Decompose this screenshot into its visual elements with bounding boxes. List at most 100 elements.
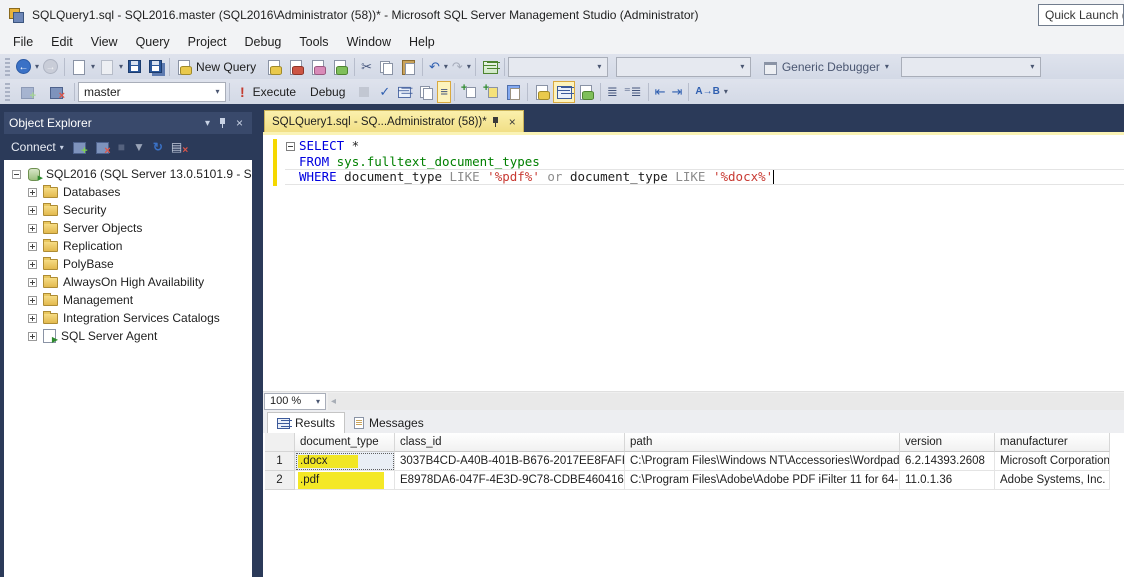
tab-results[interactable]: Results: [267, 412, 345, 433]
expand-icon[interactable]: [28, 224, 37, 233]
copy-button[interactable]: [375, 56, 397, 78]
new-query-button[interactable]: New Query: [173, 56, 263, 78]
cancel-query-button[interactable]: [352, 81, 376, 103]
results-to-text-button[interactable]: [531, 81, 553, 103]
outline-collapse-icon[interactable]: [285, 138, 299, 154]
menu-query[interactable]: Query: [127, 32, 179, 52]
increase-indent-button[interactable]: ⇥: [668, 81, 685, 103]
grid-cell-class_id[interactable]: 3037B4CD-A40B-401B-B676-2017EE8FAFF4: [395, 452, 625, 471]
include-actual-plan-button[interactable]: [480, 81, 502, 103]
column-header-document_type[interactable]: document_type: [295, 433, 395, 452]
tree-item-integration-services-catalogs[interactable]: Integration Services Catalogs: [4, 309, 252, 327]
parse-button[interactable]: ✓: [376, 81, 393, 103]
comment-button[interactable]: ≣: [604, 81, 621, 103]
generic-debugger-button[interactable]: Generic Debugger ▾: [759, 56, 893, 78]
object-explorer-header[interactable]: Object Explorer ▾ ×: [4, 112, 252, 134]
query-options-button[interactable]: [415, 81, 437, 103]
tree-item-management[interactable]: Management: [4, 291, 252, 309]
grid-corner-cell[interactable]: [265, 433, 295, 452]
database-engine-query-button[interactable]: [263, 56, 285, 78]
undo-button[interactable]: ↶: [426, 56, 443, 78]
window-position-icon[interactable]: ▾: [201, 118, 214, 129]
navigate-to-button[interactable]: A→B: [692, 81, 722, 103]
paste-button[interactable]: [397, 56, 419, 78]
menu-tools[interactable]: Tools: [290, 32, 337, 52]
column-header-path[interactable]: path: [625, 433, 900, 452]
tab-close-icon[interactable]: ×: [509, 115, 516, 129]
tree-item-polybase[interactable]: PolyBase: [4, 255, 252, 273]
toolbar-combo-2[interactable]: ▾: [616, 57, 751, 77]
include-client-statistics-button[interactable]: [458, 81, 480, 103]
display-estimated-plan-button[interactable]: [393, 81, 415, 103]
filter-icon[interactable]: ▼: [129, 140, 149, 154]
stop-icon[interactable]: ■: [114, 140, 129, 154]
results-to-file-button[interactable]: [575, 81, 597, 103]
sql-editor[interactable]: SELECT *FROM sys.fulltext_document_types…: [263, 135, 1124, 391]
query-document-tab[interactable]: SQLQuery1.sql - SQ...Administrator (58))…: [264, 110, 524, 132]
menu-edit[interactable]: Edit: [42, 32, 82, 52]
expand-icon[interactable]: [28, 206, 37, 215]
available-databases-combo[interactable]: master ▾: [78, 82, 226, 102]
expand-icon[interactable]: [28, 296, 37, 305]
grid-cell-version[interactable]: 6.2.14393.2608: [900, 452, 995, 471]
menu-debug[interactable]: Debug: [236, 32, 291, 52]
expand-icon[interactable]: [28, 278, 37, 287]
tab-messages[interactable]: Messages: [345, 412, 433, 433]
open-file-button[interactable]: [96, 56, 118, 78]
save-all-button[interactable]: [145, 56, 166, 78]
disconnect-server-icon[interactable]: [95, 140, 110, 154]
tree-item-sql2016-sql-server-13-0-5101-9[interactable]: SQL2016 (SQL Server 13.0.5101.9 - SQL2: [4, 165, 252, 183]
toolbar-combo-3[interactable]: ▾: [901, 57, 1041, 77]
grid-cell-document_type[interactable]: .pdf: [295, 471, 395, 490]
connect-server-icon[interactable]: [72, 140, 87, 154]
collapse-icon[interactable]: [12, 170, 21, 179]
change-connection-button[interactable]: [13, 81, 42, 103]
expand-icon[interactable]: [28, 188, 37, 197]
column-header-manufacturer[interactable]: manufacturer: [995, 433, 1110, 452]
pin-icon[interactable]: [218, 117, 228, 129]
tree-item-security[interactable]: Security: [4, 201, 252, 219]
refresh-icon[interactable]: ↻: [149, 140, 167, 154]
uncomment-button[interactable]: ⁼≣: [621, 81, 645, 103]
expand-icon[interactable]: [28, 242, 37, 251]
connect-button[interactable]: Connect: [8, 140, 59, 154]
menu-file[interactable]: File: [4, 32, 42, 52]
save-button[interactable]: [124, 56, 145, 78]
tree-item-replication[interactable]: Replication: [4, 237, 252, 255]
expand-icon[interactable]: [28, 332, 37, 341]
quick-launch-input[interactable]: Quick Launch (Ctrl+Q): [1038, 4, 1124, 26]
zoom-level-combo[interactable]: 100 % ▾: [264, 393, 326, 410]
results-to-grid-button[interactable]: [553, 81, 575, 103]
toolbar-grip[interactable]: [5, 83, 10, 101]
mdx-query-button[interactable]: [285, 56, 307, 78]
new-project-button[interactable]: [68, 56, 90, 78]
expand-icon[interactable]: [28, 260, 37, 269]
grid-cell-document_type[interactable]: .docx: [295, 452, 395, 471]
grid-cell-version[interactable]: 11.0.1.36: [900, 471, 995, 490]
navigate-backward-button[interactable]: ←: [13, 56, 34, 78]
debug-button[interactable]: Debug: [303, 81, 352, 103]
connect-dropdown-icon[interactable]: ▾: [59, 143, 68, 152]
disconnect-button[interactable]: [42, 81, 71, 103]
script-error-icon[interactable]: ▤: [167, 140, 186, 154]
code-line[interactable]: WHERE document_type LIKE '%pdf%' or docu…: [285, 169, 1124, 185]
code-line[interactable]: SELECT *: [285, 138, 1124, 154]
grid-cell-path[interactable]: C:\Program Files\Windows NT\Accessories\…: [625, 452, 900, 471]
activity-monitor-button[interactable]: [479, 56, 501, 78]
tree-item-sql-server-agent[interactable]: SQL Server Agent: [4, 327, 252, 345]
column-header-version[interactable]: version: [900, 433, 995, 452]
close-icon[interactable]: ×: [232, 116, 247, 130]
navigate-forward-button[interactable]: →: [40, 56, 61, 78]
row-number-cell[interactable]: 1: [265, 452, 295, 471]
redo-dropdown-icon[interactable]: ▾: [466, 62, 472, 71]
redo-button[interactable]: ↷: [449, 56, 466, 78]
row-number-cell[interactable]: 2: [265, 471, 295, 490]
tree-item-databases[interactable]: Databases: [4, 183, 252, 201]
toolbar-combo-1[interactable]: ▾: [508, 57, 608, 77]
menu-view[interactable]: View: [82, 32, 127, 52]
code-line[interactable]: FROM sys.fulltext_document_types: [285, 154, 1124, 170]
tree-item-alwayson-high-availability[interactable]: AlwaysOn High Availability: [4, 273, 252, 291]
menu-window[interactable]: Window: [338, 32, 400, 52]
tab-pin-icon[interactable]: [491, 116, 501, 128]
grid-cell-manufacturer[interactable]: Microsoft Corporation: [995, 452, 1110, 471]
